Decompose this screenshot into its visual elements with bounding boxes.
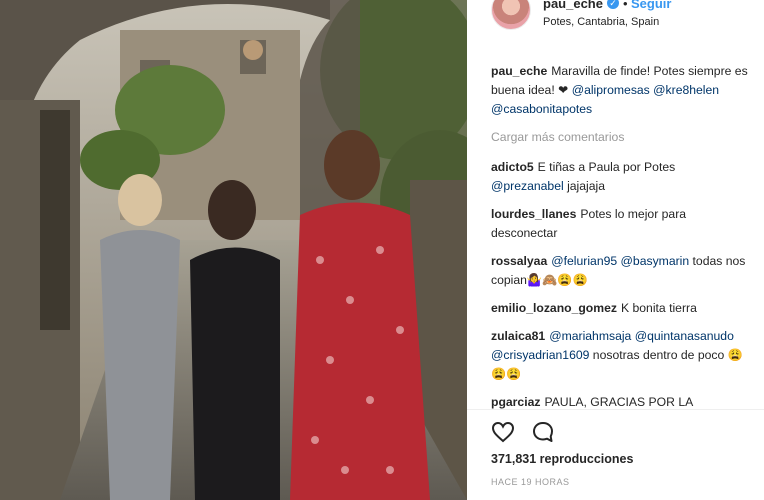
mention-link[interactable]: @casabonitapotes (491, 102, 592, 116)
list-item: zulaica81 @mariahmsaja @quintanasanudo @c… (491, 327, 753, 384)
verified-badge-icon: ✓ (607, 0, 619, 9)
avatar[interactable] (491, 0, 531, 30)
comment-text: K bonita tierra (620, 301, 697, 315)
divider (467, 409, 764, 410)
mention-link[interactable]: @felurian95 (551, 254, 617, 268)
location-link[interactable]: Potes, Cantabria, Spain (543, 16, 659, 28)
header-username[interactable]: pau_eche (543, 0, 603, 11)
mention-link[interactable]: @prezanabel (491, 179, 564, 193)
comment-username[interactable]: adicto5 (491, 160, 534, 174)
list-item: emilio_lozano_gomez K bonita tierra (491, 299, 753, 318)
comment-username[interactable]: lourdes_llanes (491, 207, 576, 221)
comment-text: E tiñas a Paula por Potes (537, 160, 676, 174)
heart-icon[interactable] (491, 420, 515, 444)
mention-link[interactable]: @crisyadrian1609 (491, 348, 589, 362)
comment-username[interactable]: zulaica81 (491, 329, 545, 343)
mention-link[interactable]: @kre8helen (653, 83, 719, 97)
comments-list[interactable]: pau_eche Maravilla de finde! Potes siempr… (491, 62, 753, 410)
list-item: adicto5 E tiñas a Paula por Potes @prezan… (491, 158, 753, 196)
post-side-panel: pau_eche ✓ • Seguir Potes, Cantabria, Sp… (467, 0, 764, 500)
caption-username[interactable]: pau_eche (491, 64, 547, 78)
mention-link[interactable]: @quintanasanudo (635, 329, 734, 343)
comment-username[interactable]: pgarciaz (491, 395, 540, 409)
mention-link[interactable]: @basymarin (621, 254, 690, 268)
mention-link[interactable]: @alipromesas (572, 83, 650, 97)
follow-button[interactable]: Seguir (631, 0, 671, 11)
caption: pau_eche Maravilla de finde! Potes siempr… (491, 62, 753, 119)
header-separator: • (623, 0, 628, 11)
post-header: pau_eche ✓ • Seguir Potes, Cantabria, Sp… (467, 0, 764, 44)
list-item: lourdes_llanes Potes lo mejor para descon… (491, 205, 753, 243)
load-more-comments-button[interactable]: Cargar más comentarios (491, 128, 753, 147)
comment-bubble-icon[interactable] (531, 420, 555, 444)
list-item: rossalyaa @felurian95 @basymarin todas no… (491, 252, 753, 290)
list-item: pgarciazPAULA, GRACIAS POR LA UBICACIÓN.… (491, 393, 753, 410)
post-timestamp[interactable]: HACE 19 HORAS (491, 477, 570, 487)
comment-username[interactable]: rossalyaa (491, 254, 547, 268)
post-video[interactable] (0, 0, 467, 500)
views-count[interactable]: 371,831 reproducciones (491, 452, 633, 466)
comment-text: jajajaja (563, 179, 606, 193)
post-video-frame (0, 0, 467, 500)
comment-username[interactable]: emilio_lozano_gomez (491, 301, 617, 315)
mention-link[interactable]: @mariahmsaja (549, 329, 631, 343)
